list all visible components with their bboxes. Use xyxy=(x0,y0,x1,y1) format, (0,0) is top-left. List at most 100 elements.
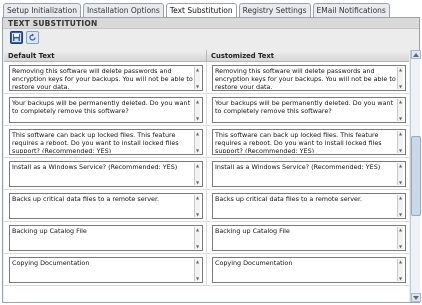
save-button[interactable] xyxy=(10,31,23,44)
arrow-down-icon: ▼ xyxy=(398,212,403,217)
arrow-down-icon: ▼ xyxy=(195,148,200,153)
column-header-customized-text[interactable]: Customized Text xyxy=(207,50,409,61)
field-scrollbar[interactable]: ▲ ▼ xyxy=(194,163,200,185)
grid-body: Removing this software will delete passw… xyxy=(4,62,409,286)
scroll-thumb[interactable] xyxy=(411,136,421,216)
field-scrollbar[interactable]: ▲ ▼ xyxy=(397,163,403,185)
arrow-up-icon: ▲ xyxy=(195,131,200,136)
default-text-value: Your backups will be permanently deleted… xyxy=(12,99,191,115)
field-scrollbar[interactable]: ▲ ▼ xyxy=(194,195,200,217)
arrow-down-icon: ▼ xyxy=(398,84,403,89)
tab-setup-initialization[interactable]: Setup Initialization xyxy=(3,3,81,17)
default-text-field[interactable]: Copying Documentation ▲ ▼ xyxy=(9,257,203,283)
arrow-down-icon xyxy=(413,295,419,300)
default-text-field[interactable]: Backing up Catalog File ▲ ▼ xyxy=(9,225,203,251)
default-text-cell: Install as a Windows Service? (Recommend… xyxy=(4,158,207,189)
customized-text-field[interactable]: This software can back up locked files. … xyxy=(212,129,406,155)
arrow-down-icon: ▼ xyxy=(195,116,200,121)
field-scrollbar[interactable]: ▲ ▼ xyxy=(194,131,200,153)
reload-icon xyxy=(29,33,36,41)
default-text-value: Copying Documentation xyxy=(12,259,90,267)
save-icon xyxy=(12,33,21,42)
section-title: TEXT SUBSTITUTION xyxy=(3,18,419,29)
tab-text-substitution[interactable]: Text Substitution xyxy=(165,3,237,18)
arrow-down-icon: ▼ xyxy=(398,148,403,153)
default-text-value: Backs up critical data files to a remote… xyxy=(12,195,160,203)
arrow-up-icon: ▲ xyxy=(398,131,403,136)
arrow-down-icon: ▼ xyxy=(398,244,403,249)
arrow-up-icon: ▲ xyxy=(195,227,200,232)
customized-text-field[interactable]: Backing up Catalog File ▲ ▼ xyxy=(212,225,406,251)
arrow-up-icon: ▲ xyxy=(195,195,200,200)
field-scrollbar[interactable]: ▲ ▼ xyxy=(397,67,403,89)
toolbar xyxy=(3,29,419,47)
arrow-down-icon: ▼ xyxy=(398,116,403,121)
field-scrollbar[interactable]: ▲ ▼ xyxy=(194,99,200,121)
arrow-up-icon: ▲ xyxy=(195,99,200,104)
tab-email-notifications[interactable]: EMail Notifications xyxy=(312,3,390,17)
scroll-down-button[interactable] xyxy=(411,293,421,302)
customized-text-field[interactable]: Install as a Windows Service? (Recommend… xyxy=(212,161,406,187)
field-scrollbar[interactable]: ▲ ▼ xyxy=(397,259,403,281)
customized-text-value: This software can back up locked files. … xyxy=(215,131,382,153)
substitution-grid: Default Text Customized Text Removing th… xyxy=(4,50,409,302)
field-scrollbar[interactable]: ▲ ▼ xyxy=(397,131,403,153)
table-row: Backs up critical data files to a remote… xyxy=(4,190,409,222)
arrow-down-icon: ▼ xyxy=(195,276,200,281)
arrow-down-icon: ▼ xyxy=(195,180,200,185)
default-text-cell: Your backups will be permanently deleted… xyxy=(4,94,207,125)
customized-text-cell: Backing up Catalog File ▲ ▼ xyxy=(207,222,409,253)
default-text-field[interactable]: This software can back up locked files. … xyxy=(9,129,203,155)
table-row: Removing this software will delete passw… xyxy=(4,62,409,94)
customized-text-field[interactable]: Your backups will be permanently deleted… xyxy=(212,97,406,123)
scroll-up-button[interactable] xyxy=(411,50,421,59)
customized-text-cell: This software can back up locked files. … xyxy=(207,126,409,157)
arrow-up-icon: ▲ xyxy=(195,259,200,264)
arrow-down-icon: ▼ xyxy=(398,276,403,281)
arrow-up-icon: ▲ xyxy=(195,163,200,168)
default-text-cell: Backs up critical data files to a remote… xyxy=(4,190,207,221)
vertical-scrollbar[interactable] xyxy=(410,50,421,302)
table-row: Backing up Catalog File ▲ ▼ Backing up Cata… xyxy=(4,222,409,254)
field-scrollbar[interactable]: ▲ ▼ xyxy=(397,227,403,249)
default-text-cell: Removing this software will delete passw… xyxy=(4,62,207,93)
tab-installation-options[interactable]: Installation Options xyxy=(82,3,164,17)
column-header-default-text[interactable]: Default Text xyxy=(4,50,207,61)
default-text-field[interactable]: Install as a Windows Service? (Recommend… xyxy=(9,161,203,187)
field-scrollbar[interactable]: ▲ ▼ xyxy=(397,195,403,217)
customized-text-value: Copying Documentation xyxy=(215,259,293,267)
text-substitution-panel: TEXT SUBSTITUTION Default Text Customize… xyxy=(2,17,421,303)
arrow-up-icon xyxy=(413,52,419,57)
default-text-cell: Backing up Catalog File ▲ ▼ xyxy=(4,222,207,253)
default-text-field[interactable]: Your backups will be permanently deleted… xyxy=(9,97,203,123)
tab-registry-settings[interactable]: Registry Settings xyxy=(238,3,311,17)
field-scrollbar[interactable]: ▲ ▼ xyxy=(194,67,200,89)
arrow-down-icon: ▼ xyxy=(195,244,200,249)
customized-text-cell: Install as a Windows Service? (Recommend… xyxy=(207,158,409,189)
field-scrollbar[interactable]: ▲ ▼ xyxy=(194,227,200,249)
arrow-up-icon: ▲ xyxy=(398,259,403,264)
default-text-field[interactable]: Backs up critical data files to a remote… xyxy=(9,193,203,219)
customized-text-value: Install as a Windows Service? (Recommend… xyxy=(215,163,381,171)
arrow-down-icon: ▼ xyxy=(195,212,200,217)
customized-text-value: Backs up critical data files to a remote… xyxy=(215,195,363,203)
table-row: Copying Documentation ▲ ▼ Copying Documenta… xyxy=(4,254,409,286)
arrow-up-icon: ▲ xyxy=(195,67,200,72)
reload-button[interactable] xyxy=(26,31,39,44)
field-scrollbar[interactable]: ▲ ▼ xyxy=(194,259,200,281)
customized-text-cell: Backs up critical data files to a remote… xyxy=(207,190,409,221)
customized-text-field[interactable]: Backs up critical data files to a remote… xyxy=(212,193,406,219)
field-scrollbar[interactable]: ▲ ▼ xyxy=(397,99,403,121)
customized-text-cell: Your backups will be permanently deleted… xyxy=(207,94,409,125)
customized-text-field[interactable]: Copying Documentation ▲ ▼ xyxy=(212,257,406,283)
table-row: This software can back up locked files. … xyxy=(4,126,409,158)
table-row: Install as a Windows Service? (Recommend… xyxy=(4,158,409,190)
customized-text-cell: Copying Documentation ▲ ▼ xyxy=(207,254,409,285)
customized-text-cell: Removing this software will delete passw… xyxy=(207,62,409,93)
customized-text-value: Backing up Catalog File xyxy=(215,227,290,235)
default-text-field[interactable]: Removing this software will delete passw… xyxy=(9,65,203,91)
arrow-down-icon: ▼ xyxy=(398,180,403,185)
arrow-down-icon: ▼ xyxy=(195,84,200,89)
default-text-cell: Copying Documentation ▲ ▼ xyxy=(4,254,207,285)
customized-text-field[interactable]: Removing this software will delete passw… xyxy=(212,65,406,91)
